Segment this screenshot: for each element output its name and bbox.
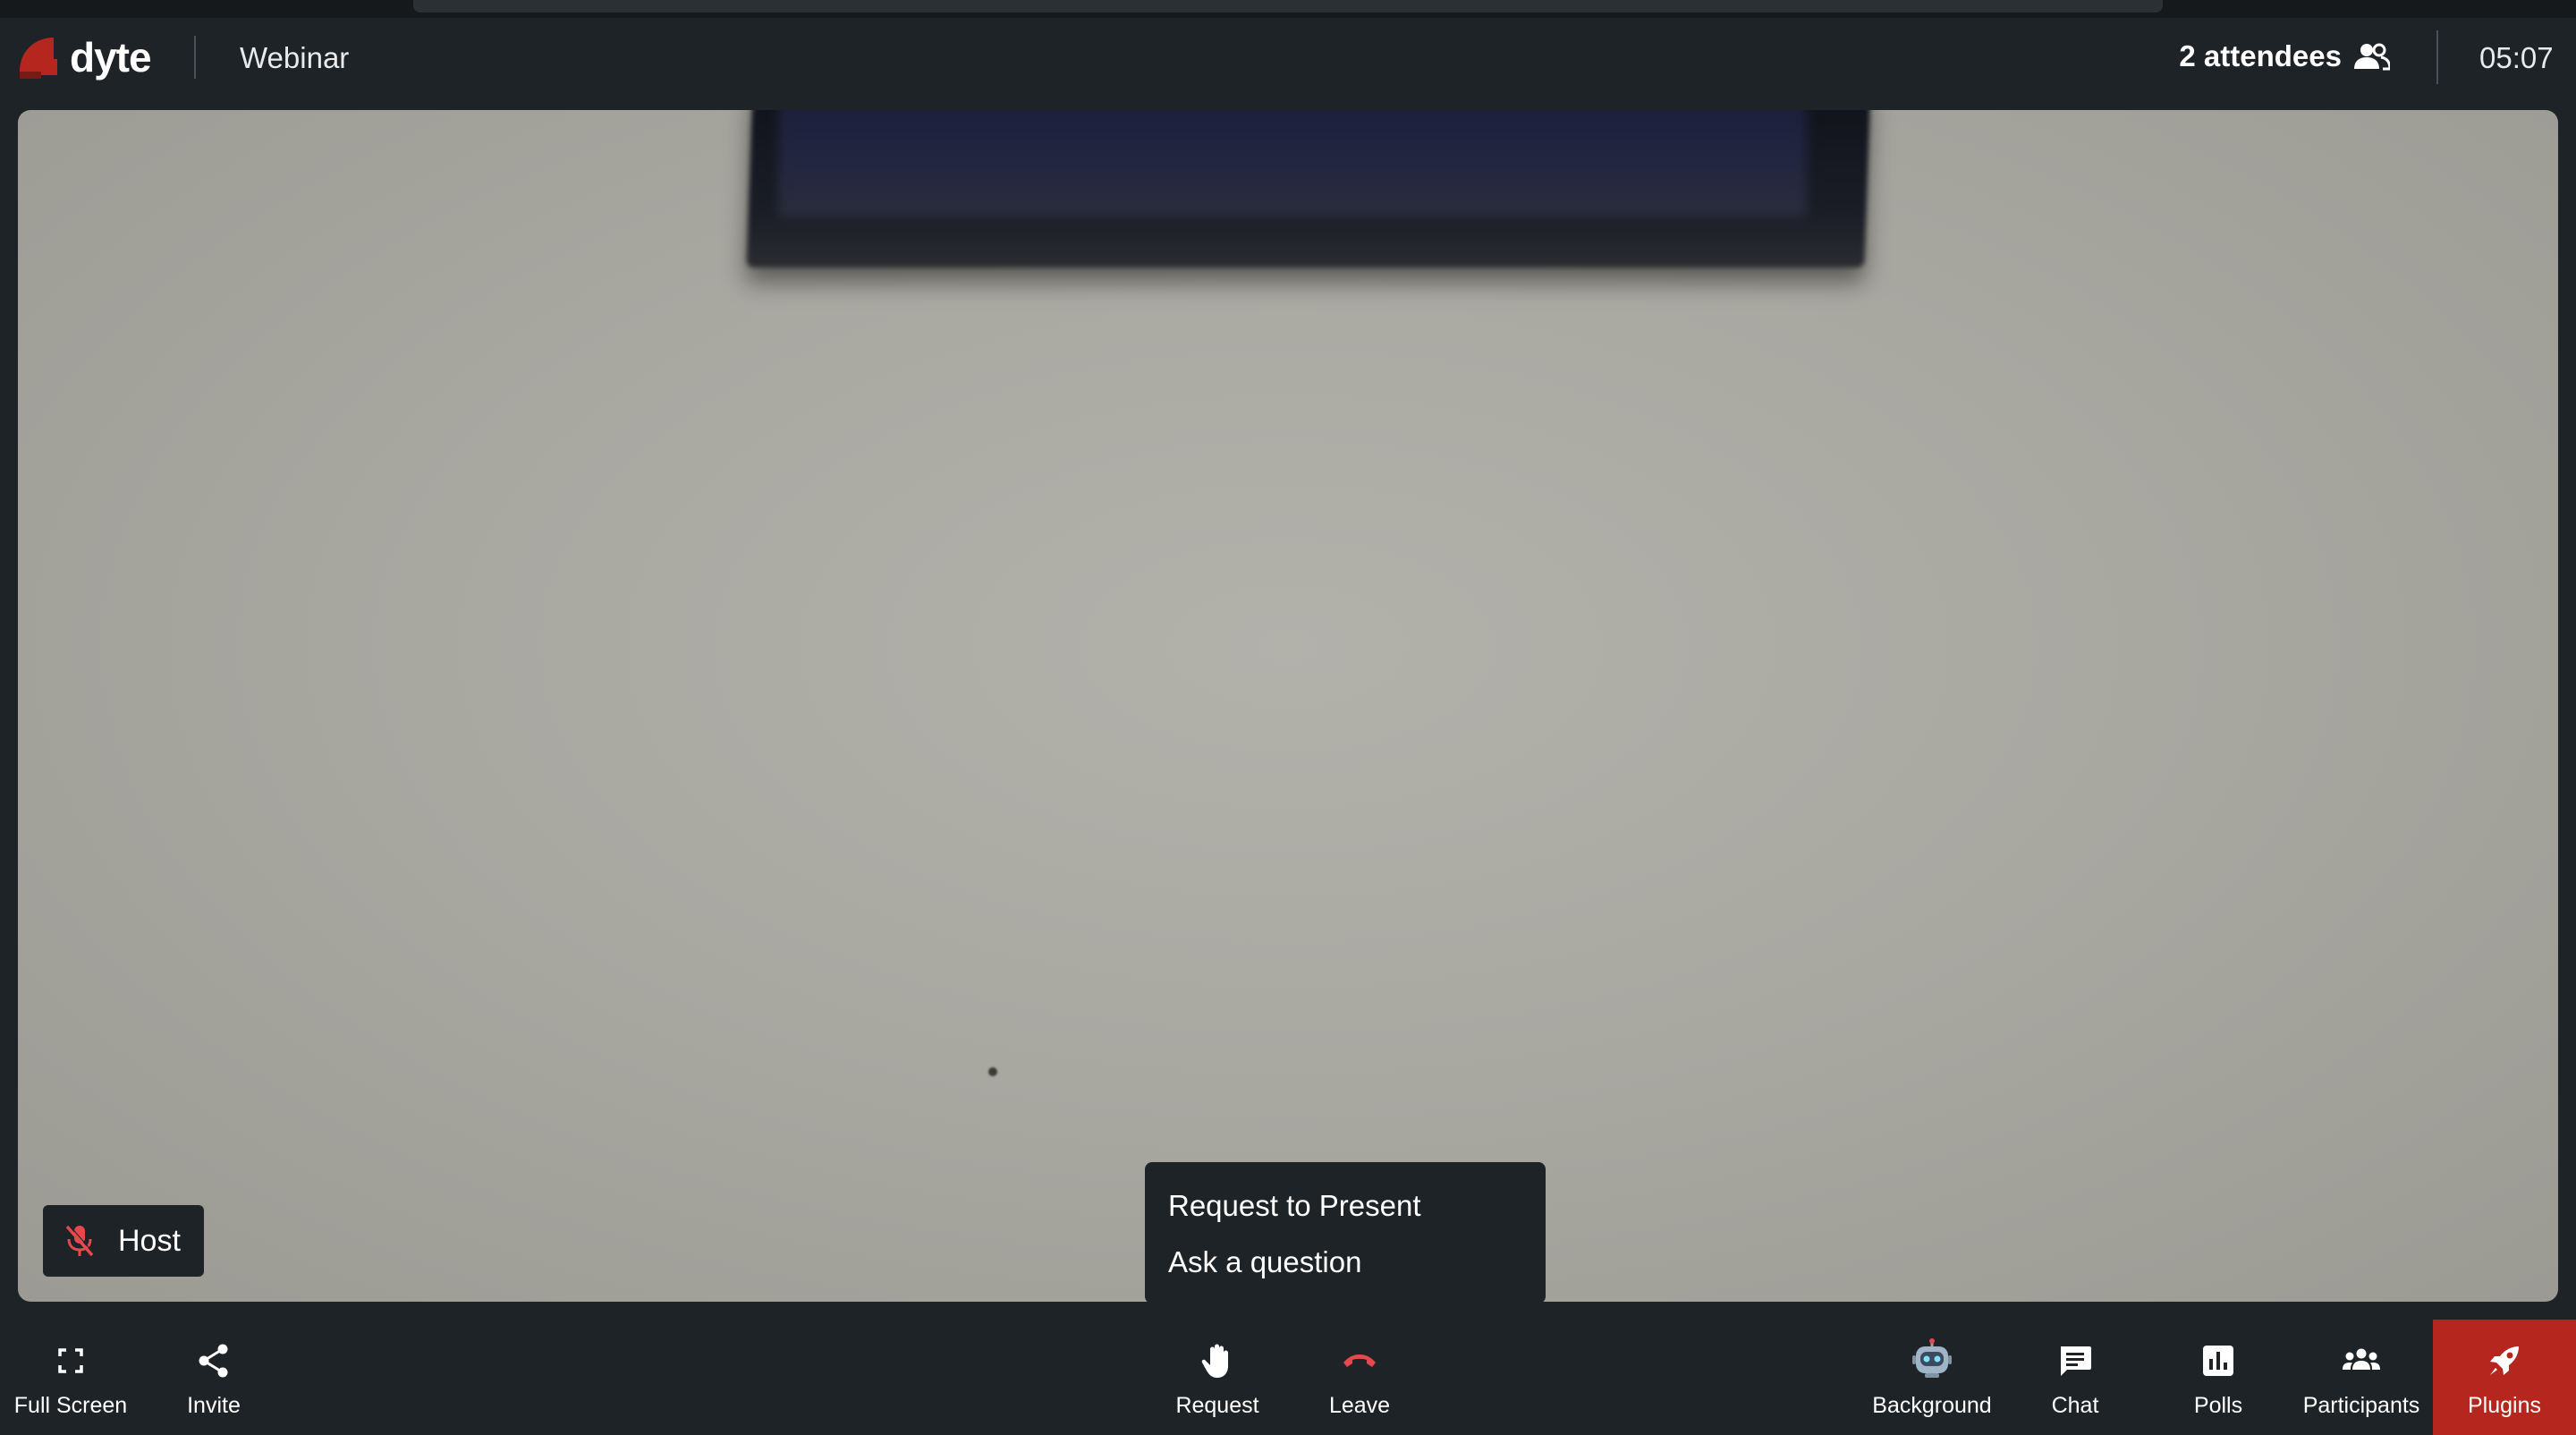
- participants-button[interactable]: Participants: [2290, 1320, 2433, 1435]
- robot-icon: [1912, 1338, 1952, 1378]
- plugins-label: Plugins: [2468, 1393, 2541, 1418]
- video-stage: [18, 110, 2558, 1302]
- attendees-label: 2 attendees: [2179, 39, 2342, 72]
- video-speck: [988, 1067, 997, 1076]
- plugins-button[interactable]: Plugins: [2433, 1320, 2576, 1435]
- dyte-logo: dyte: [14, 32, 152, 82]
- header-divider: [194, 36, 196, 79]
- control-group-left: Full Screen Invite: [0, 1320, 286, 1435]
- participants-icon: [2343, 1348, 2380, 1370]
- meeting-header: dyte Webinar 2 attendees 05:07: [0, 18, 2576, 109]
- leave-label: Leave: [1328, 1393, 1391, 1418]
- control-group-center: Request Leave: [1147, 1320, 1431, 1435]
- rocket-icon: [2490, 1346, 2519, 1375]
- hang-up-icon: [1343, 1354, 1376, 1367]
- host-name-tag: Host: [43, 1205, 204, 1277]
- meeting-title: Webinar: [240, 41, 350, 74]
- window-top-strip: [0, 0, 2576, 18]
- fullscreen-label: Full Screen: [13, 1393, 128, 1418]
- background-label: Background: [1872, 1393, 1992, 1418]
- menu-item-ask-a-question[interactable]: Ask a question: [1145, 1242, 1546, 1298]
- leave-button[interactable]: Leave: [1288, 1320, 1431, 1435]
- meeting-clock: 05:07: [2479, 41, 2554, 74]
- chat-icon: [2061, 1346, 2091, 1376]
- poll-icon: [2203, 1346, 2233, 1376]
- control-bar: Full Screen Invite Request Leave Backgro…: [0, 1320, 2576, 1435]
- fullscreen-icon: [58, 1348, 83, 1373]
- logo-text: dyte: [70, 34, 152, 81]
- host-name: Host: [118, 1223, 181, 1258]
- chat-button[interactable]: Chat: [2004, 1320, 2147, 1435]
- invite-button[interactable]: Invite: [141, 1320, 286, 1435]
- menu-item-request-to-present[interactable]: Request to Present: [1145, 1185, 1546, 1242]
- background-button[interactable]: Background: [1860, 1320, 2004, 1435]
- webinar-app: dyte Webinar 2 attendees 05:07 Host Requ…: [0, 0, 2576, 1435]
- video-frame-inner: [778, 110, 1807, 217]
- people-icon: [2354, 43, 2390, 71]
- share-icon: [199, 1344, 228, 1378]
- participants-label: Participants: [2302, 1393, 2420, 1418]
- attendees-count-button[interactable]: 2 attendees: [2179, 39, 2390, 73]
- polls-button[interactable]: Polls: [2147, 1320, 2290, 1435]
- header-divider-right: [2436, 30, 2438, 84]
- request-button[interactable]: Request: [1147, 1320, 1288, 1435]
- request-label: Request: [1175, 1393, 1259, 1418]
- window-notch: [413, 0, 2163, 13]
- control-group-right: Background Chat Polls Participants Plugi…: [1860, 1320, 2576, 1435]
- request-dropdown-menu: Request to Present Ask a question: [1145, 1162, 1546, 1303]
- mic-off-icon: [65, 1224, 95, 1257]
- fullscreen-button[interactable]: Full Screen: [0, 1320, 141, 1435]
- invite-label: Invite: [187, 1393, 241, 1418]
- polls-label: Polls: [2193, 1393, 2243, 1418]
- chat-label: Chat: [2051, 1393, 2099, 1418]
- raise-hand-icon: [1201, 1344, 1228, 1378]
- dyte-logo-icon: [20, 38, 57, 79]
